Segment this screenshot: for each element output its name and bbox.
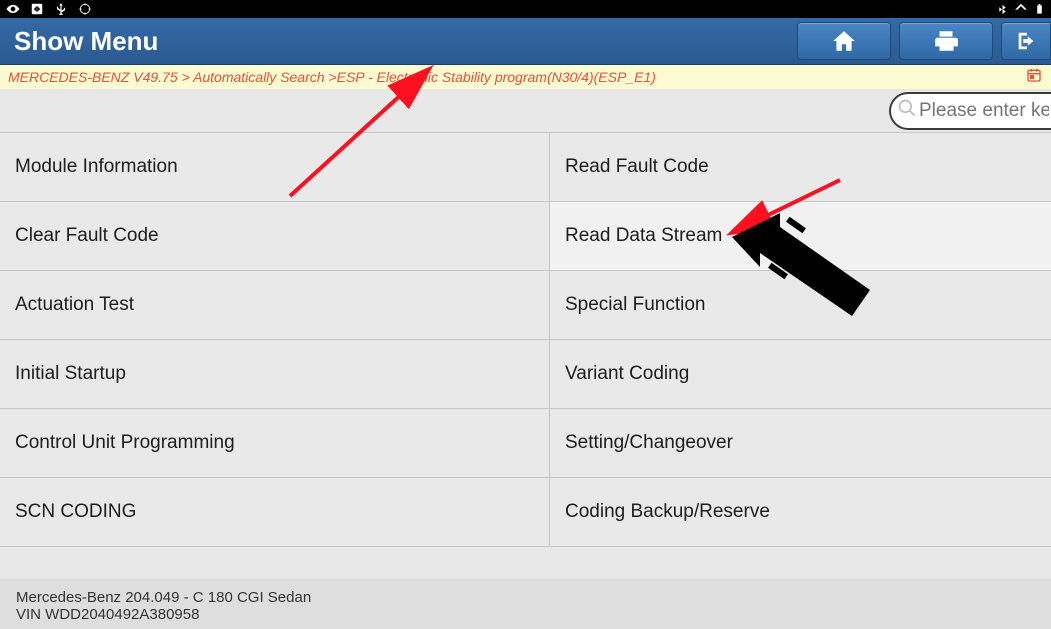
search-box[interactable] bbox=[889, 92, 1051, 130]
app-header: Show Menu bbox=[0, 18, 1051, 65]
home-icon bbox=[831, 28, 857, 54]
menu-item-label: Setting/Changeover bbox=[565, 432, 733, 454]
menu-item-variant-coding[interactable]: Variant Coding bbox=[550, 340, 1051, 409]
menu-item-special-function[interactable]: Special Function bbox=[550, 271, 1051, 340]
menu-item-scn-coding[interactable]: SCN CODING bbox=[0, 478, 550, 547]
menu-item-label: SCN CODING bbox=[15, 501, 136, 523]
wifi-icon bbox=[1014, 2, 1028, 16]
exit-button[interactable] bbox=[1001, 22, 1051, 60]
battery-icon bbox=[1034, 2, 1045, 16]
menu-item-control-unit-programming[interactable]: Control Unit Programming bbox=[0, 409, 550, 478]
menu-item-coding-backup-reserve[interactable]: Coding Backup/Reserve bbox=[550, 478, 1051, 547]
printer-icon bbox=[933, 28, 959, 54]
search-icon bbox=[897, 98, 917, 123]
print-button[interactable] bbox=[899, 22, 993, 60]
usb-icon bbox=[54, 2, 68, 16]
breadcrumb: MERCEDES-BENZ V49.75 > Automatically Sea… bbox=[8, 69, 656, 85]
menu-item-label: Module Information bbox=[15, 156, 178, 178]
page-title: Show Menu bbox=[14, 26, 158, 57]
menu-item-label: Variant Coding bbox=[565, 363, 689, 385]
vehicle-model: Mercedes-Benz 204.049 - C 180 CGI Sedan bbox=[16, 589, 1035, 606]
search-row bbox=[0, 89, 1051, 133]
vehicle-info-footer: Mercedes-Benz 204.049 - C 180 CGI Sedan … bbox=[0, 579, 1051, 629]
menu-item-actuation-test[interactable]: Actuation Test bbox=[0, 271, 550, 340]
menu-item-label: Special Function bbox=[565, 294, 705, 316]
vehicle-vin: VIN WDD2040492A380958 bbox=[16, 606, 1035, 623]
calendar-icon[interactable] bbox=[1025, 67, 1043, 88]
breadcrumb-bar: MERCEDES-BENZ V49.75 > Automatically Sea… bbox=[0, 65, 1051, 89]
home-button[interactable] bbox=[797, 22, 891, 60]
box-arrows-icon bbox=[30, 2, 44, 16]
menu-item-label: Read Fault Code bbox=[565, 156, 709, 178]
menu-item-label: Clear Fault Code bbox=[15, 225, 159, 247]
menu-item-label: Actuation Test bbox=[15, 294, 134, 316]
menu-item-initial-startup[interactable]: Initial Startup bbox=[0, 340, 550, 409]
menu-item-setting-changeover[interactable]: Setting/Changeover bbox=[550, 409, 1051, 478]
menu-grid: Module Information Read Fault Code Clear… bbox=[0, 133, 1051, 547]
target-icon bbox=[78, 2, 92, 16]
android-status-bar bbox=[0, 0, 1051, 18]
menu-item-label: Control Unit Programming bbox=[15, 432, 235, 454]
menu-item-clear-fault-code[interactable]: Clear Fault Code bbox=[0, 202, 550, 271]
menu-item-read-fault-code[interactable]: Read Fault Code bbox=[550, 133, 1051, 202]
menu-item-label: Coding Backup/Reserve bbox=[565, 501, 770, 523]
menu-item-label: Read Data Stream bbox=[565, 225, 722, 247]
menu-item-label: Initial Startup bbox=[15, 363, 126, 385]
menu-item-read-data-stream[interactable]: Read Data Stream bbox=[550, 202, 1051, 271]
menu-item-module-information[interactable]: Module Information bbox=[0, 133, 550, 202]
header-toolbar bbox=[797, 18, 1051, 64]
bluetooth-icon bbox=[997, 4, 1008, 15]
eye-icon bbox=[6, 2, 20, 16]
search-input[interactable] bbox=[919, 100, 1049, 122]
exit-icon bbox=[1015, 28, 1037, 54]
